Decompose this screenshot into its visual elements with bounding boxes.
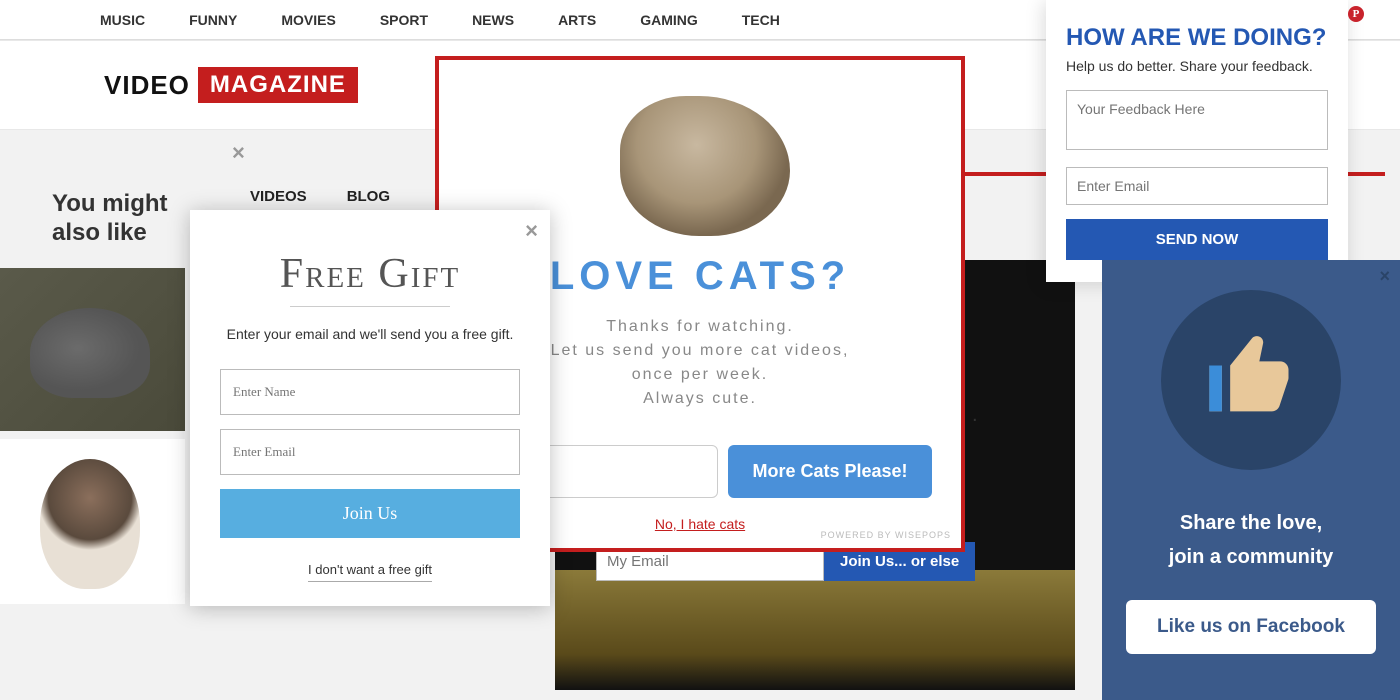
feedback-subtitle: Help us do better. Share your feedback. [1066, 58, 1328, 74]
popup-facebook: × Share the love, join a community Like … [1102, 260, 1400, 700]
popup-free-gift: × Free Gift Enter your email and we'll s… [190, 210, 550, 606]
cat-image [590, 76, 810, 246]
feedback-email-input[interactable] [1066, 167, 1328, 205]
gift-title: Free Gift [220, 250, 520, 298]
gift-email-input[interactable] [220, 429, 520, 475]
close-icon[interactable]: × [1379, 266, 1390, 287]
nav-tech[interactable]: TECH [742, 12, 780, 28]
cats-submit-button[interactable]: More Cats Please! [728, 445, 931, 498]
gift-subtitle: Enter your email and we'll send you a fr… [220, 325, 520, 345]
divider [290, 306, 450, 307]
facebook-text: Share the love, join a community [1126, 506, 1376, 574]
nav-movies[interactable]: MOVIES [281, 12, 335, 28]
close-icon[interactable]: × [525, 218, 538, 244]
secnav-videos[interactable]: VIDEOS [250, 188, 307, 205]
gift-join-button[interactable]: Join Us [220, 489, 520, 538]
feedback-textarea[interactable] [1066, 90, 1328, 150]
feedback-title: HOW ARE WE DOING? [1066, 24, 1328, 52]
secondary-nav: VIDEOS BLOG [250, 188, 390, 205]
pinterest-icon[interactable]: P [1348, 6, 1364, 22]
sidebar: You might also like [0, 170, 185, 612]
nav-sport[interactable]: SPORT [380, 12, 428, 28]
feedback-send-button[interactable]: SEND NOW [1066, 219, 1328, 260]
nav-funny[interactable]: FUNNY [189, 12, 237, 28]
clipped-text: . [972, 404, 978, 427]
nav-arts[interactable]: ARTS [558, 12, 596, 28]
facebook-like-button[interactable]: Like us on Facebook [1126, 600, 1376, 654]
related-thumb-1[interactable] [0, 268, 185, 431]
secnav-blog[interactable]: BLOG [347, 188, 390, 205]
gift-name-input[interactable] [220, 369, 520, 415]
popup-feedback: HOW ARE WE DOING? Help us do better. Sha… [1046, 0, 1348, 282]
gift-optout-link[interactable]: I don't want a free gift [308, 562, 432, 582]
nav-news[interactable]: NEWS [472, 12, 514, 28]
powered-by: POWERED BY WISEPOPS [821, 530, 951, 540]
thumbs-up-icon [1161, 290, 1341, 470]
nav-gaming[interactable]: GAMING [640, 12, 698, 28]
sidebar-heading: You might also like [0, 170, 185, 268]
nav-music[interactable]: MUSIC [100, 12, 145, 28]
cats-optout-link[interactable]: No, I hate cats [655, 516, 745, 532]
logo-video: VIDEO [104, 70, 190, 101]
logo-magazine: MAGAZINE [198, 67, 358, 103]
close-icon[interactable]: × [232, 140, 245, 166]
related-thumb-2[interactable] [0, 439, 185, 604]
